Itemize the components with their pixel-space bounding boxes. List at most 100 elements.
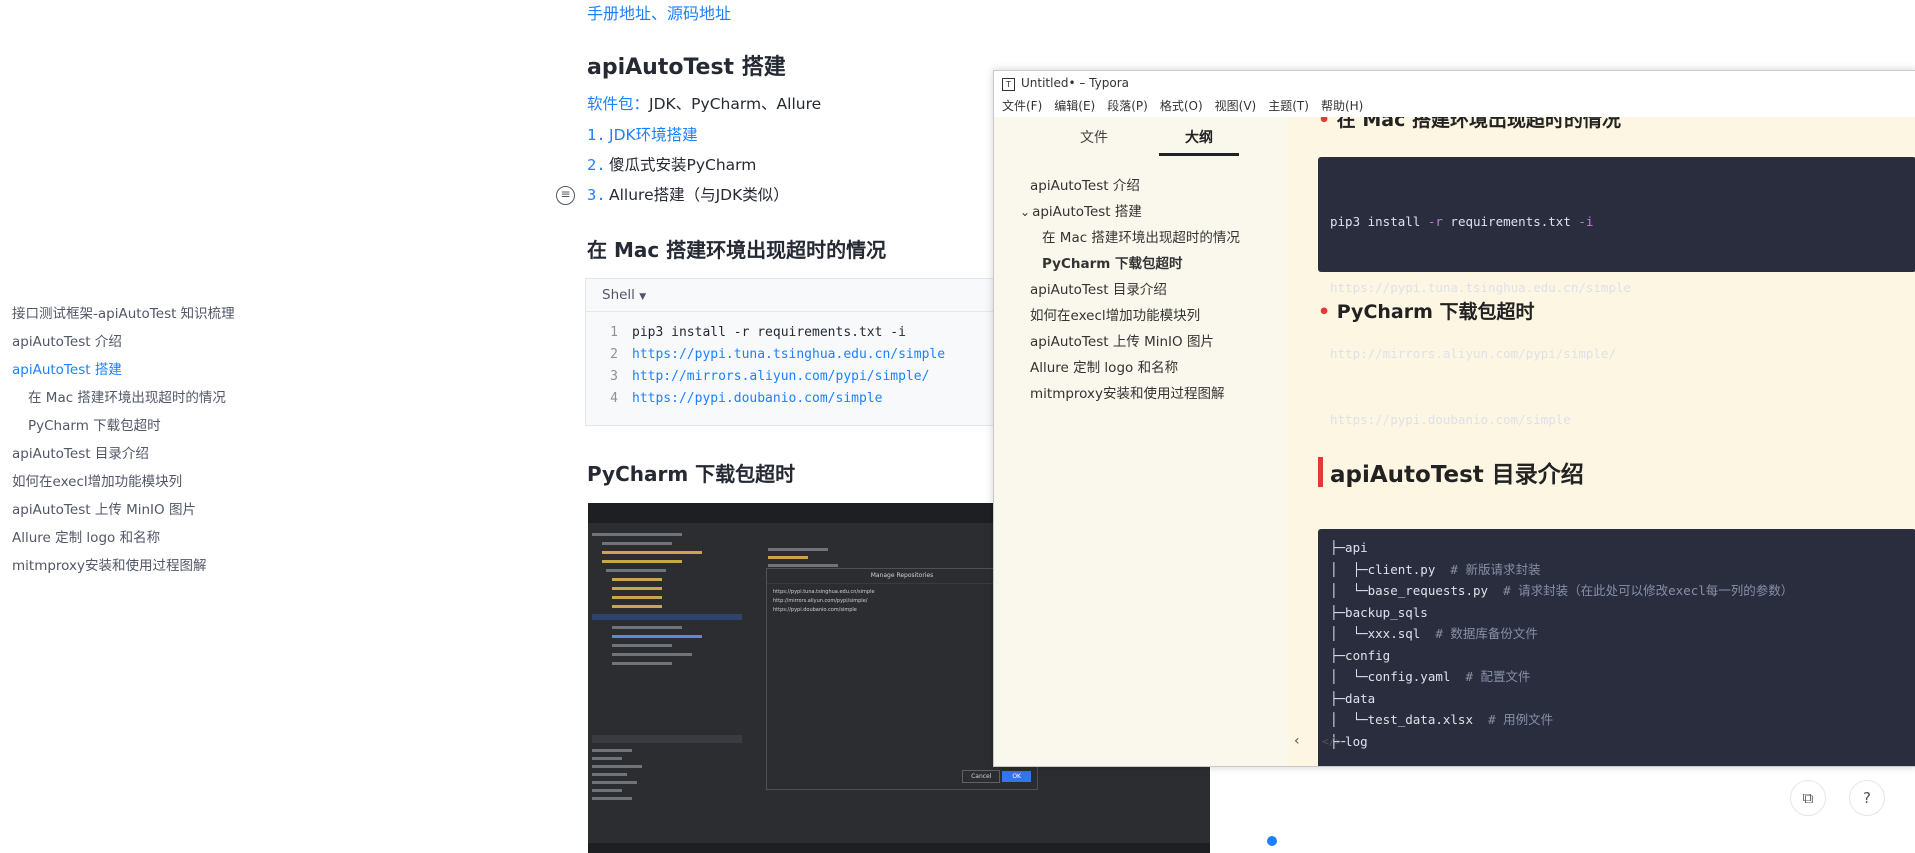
outline-item[interactable]: apiAutoTest 上传 MinIO 图片 [994,329,1288,355]
line-number: 1 [610,325,618,340]
menu-item[interactable]: 格式(O) [1160,99,1203,113]
step-text: 傻瓜式安装PyCharm [609,156,757,174]
tab-outline[interactable]: 大纲 [1159,127,1239,147]
outline-list: apiAutoTest 介绍 ⌄ apiAutoTest 搭建在 Mac 搭建环境出… [994,173,1288,407]
toc-item[interactable]: apiAutoTest 搭建 [12,356,312,384]
outline-item[interactable]: ⌄ apiAutoTest 搭建 [994,199,1288,225]
code-text[interactable]: https://pypi.doubanio.com/simple [632,391,882,406]
heading-accent-bar [1318,457,1323,487]
tree-line: │ └─base_requests.py # 请求封装（在此处可以修改execl… [1330,580,1904,602]
tree-comment: # 配置文件 [1465,669,1531,684]
window-title: Untitled• – Typora [1021,76,1129,90]
software-line: 软件包：JDK、PyCharm、Allure [587,92,821,114]
step-text[interactable]: JDK环境搭建 [609,126,698,144]
outline-item-label: apiAutoTest 目录介绍 [1030,282,1167,298]
tree-path: │ └─test_data.xlsx [1330,712,1473,727]
outline-item[interactable]: PyCharm 下载包超时 [994,251,1288,277]
tree-path: ├─data [1330,690,1376,706]
typora-code-block-tree[interactable]: ├─api │ ├─client.py # 新版请求封装 │ └─base_requ… [1318,529,1915,766]
outline-item[interactable]: 如何在execl增加功能模块列 [994,303,1288,329]
typora-menubar: 文件(F) 编辑(E) 段落(P) 格式(O) 视图(V) 主题(T) 帮助(H) [994,95,1915,117]
outline-item[interactable]: apiAutoTest 目录介绍 [994,277,1288,303]
pycharm-heading: • PyCharm 下载包超时 [1318,297,1535,324]
tree-path: ├─api [1330,540,1368,555]
caret-down-icon: ▼ [639,292,647,302]
tree-comment: # 数据库备份文件 [1435,626,1538,641]
copy-icon[interactable]: ⧉ [1790,780,1826,816]
tree-path: │ └─config.yaml [1330,669,1451,684]
pycharm-heading-text: PyCharm 下载包超时 [1336,301,1535,323]
tree-line: ├─data [1330,688,1904,710]
outline-item[interactable]: apiAutoTest 介绍 [994,173,1288,199]
step-text: Allure搭建（与JDK类似） [609,186,789,204]
ok-button[interactable]: OK [1002,771,1031,782]
tree-path: │ └─xxx.sql [1330,626,1421,641]
toc-item[interactable]: apiAutoTest 上传 MinIO 图片 [12,496,312,524]
tree-path: ├─backup_sqls [1330,604,1428,620]
step-item: 2. 傻瓜式安装PyCharm [587,150,789,180]
tree-line: ├─api [1330,537,1904,559]
toc-item[interactable]: apiAutoTest 目录介绍 [12,440,312,468]
toc-item[interactable]: apiAutoTest 介绍 [12,328,312,356]
software-label[interactable]: 软件包： [587,95,649,113]
code-text[interactable]: https://pypi.tuna.tsinghua.edu.cn/simple [632,347,945,362]
menu-item[interactable]: 视图(V) [1215,99,1257,113]
comment-icon[interactable]: ≡ [556,186,575,205]
code-text: pip3 install -r requirements.txt -i [632,325,906,340]
bullet-icon: • [1318,117,1331,131]
code-pip-cmd: pip3 install [1330,214,1428,229]
article-toc: 接口测试框架-apiAutoTest 知识梳理 apiAutoTest 介绍 api… [12,300,312,580]
menu-item[interactable]: 编辑(E) [1054,99,1095,113]
code-block: Shell ▼ 1 pip3 install -r requirements.tx… [585,278,1007,426]
dir-heading: apiAutoTest 目录介绍 [1330,462,1584,488]
line-number: 2 [610,347,618,362]
tree-line: │ └─test_data.xlsx # 用例文件 [1330,709,1904,731]
menu-item[interactable]: 主题(T) [1268,99,1309,113]
code-flag-i: -i [1578,214,1594,229]
tree-line: │ └─config.yaml # 配置文件 [1330,666,1904,688]
help-icon[interactable]: ? [1849,780,1885,816]
code-lang-selector[interactable]: Shell ▼ [586,279,1006,312]
watermark-icon [1267,836,1277,846]
menu-item[interactable]: 段落(P) [1107,99,1148,113]
menu-item[interactable]: 文件(F) [1002,99,1042,113]
outline-item[interactable]: mitmproxy安装和使用过程图解 [994,381,1288,407]
code-mirror-2: http://mirrors.aliyun.com/pypi/simple/ [1330,346,1616,361]
outline-item[interactable]: Allure 定制 logo 和名称 [994,355,1288,381]
outline-item-label: mitmproxy安装和使用过程图解 [1030,386,1225,402]
menu-item[interactable]: 帮助(H) [1321,99,1363,113]
toc-item[interactable]: mitmproxy安装和使用过程图解 [12,552,312,580]
ide-project-tree [592,527,752,747]
code-lines: 1 pip3 install -r requirements.txt -i 2 htt… [586,312,1006,410]
section-title-pycharm: PyCharm 下载包超时 [587,462,796,486]
step-item: 3. Allure搭建（与JDK类似） [587,180,789,210]
outline-item-label: apiAutoTest 上传 MinIO 图片 [1030,334,1214,350]
typora-document: • 在 Mac 搭建环境出现超时的情况 pip3 install -r requ… [1288,117,1915,766]
toc-item[interactable]: PyCharm 下载包超时 [12,412,312,440]
outline-item-label: 如何在execl增加功能模块列 [1030,308,1201,324]
code-line: 1 pip3 install -r requirements.txt -i [596,322,1006,344]
outline-item[interactable]: 在 Mac 搭建环境出现超时的情况 [994,225,1288,251]
outline-item-label: apiAutoTest 搭建 [1032,204,1142,220]
toc-item[interactable]: 接口测试框架-apiAutoTest 知识梳理 [12,300,312,328]
manual-source-links[interactable]: 手册地址、源码地址 [587,0,731,24]
tree-comment: # 请求封装（在此处可以修改execl每一列的参数） [1503,583,1794,598]
chevron-down-icon[interactable]: ⌄ [1020,205,1030,219]
toc-item[interactable]: Allure 定制 logo 和名称 [12,524,312,552]
toc-item[interactable]: 如何在execl增加功能模块列 [12,468,312,496]
code-mirror-3: https://pypi.doubanio.com/simple [1330,412,1571,427]
tab-files[interactable]: 文件 [1054,127,1134,147]
code-text[interactable]: http://mirrors.aliyun.com/pypi/simple/ [632,369,929,384]
cancel-button[interactable]: Cancel [962,770,1001,783]
source-code-mode-icon[interactable]: </> [1322,735,1342,748]
typora-code-block-pip[interactable]: pip3 install -r requirements.txt -i http… [1318,157,1915,427]
line-number: 3 [610,369,618,384]
tab-outline-underline [1159,153,1239,156]
collapse-sidebar-icon[interactable]: ‹ [1294,733,1300,749]
typora-sidebar: 文件 大纲 apiAutoTest 介绍 ⌄ apiAutoTest 搭建在 Mac… [994,117,1289,766]
tree-line: ├─log [1330,731,1904,753]
toc-item[interactable]: 在 Mac 搭建环境出现超时的情况 [12,384,312,412]
software-list: JDK、PyCharm、Allure [649,95,822,113]
step-item[interactable]: 1. JDK环境搭建 [587,120,789,150]
outline-item-label: apiAutoTest 介绍 [1030,178,1140,194]
